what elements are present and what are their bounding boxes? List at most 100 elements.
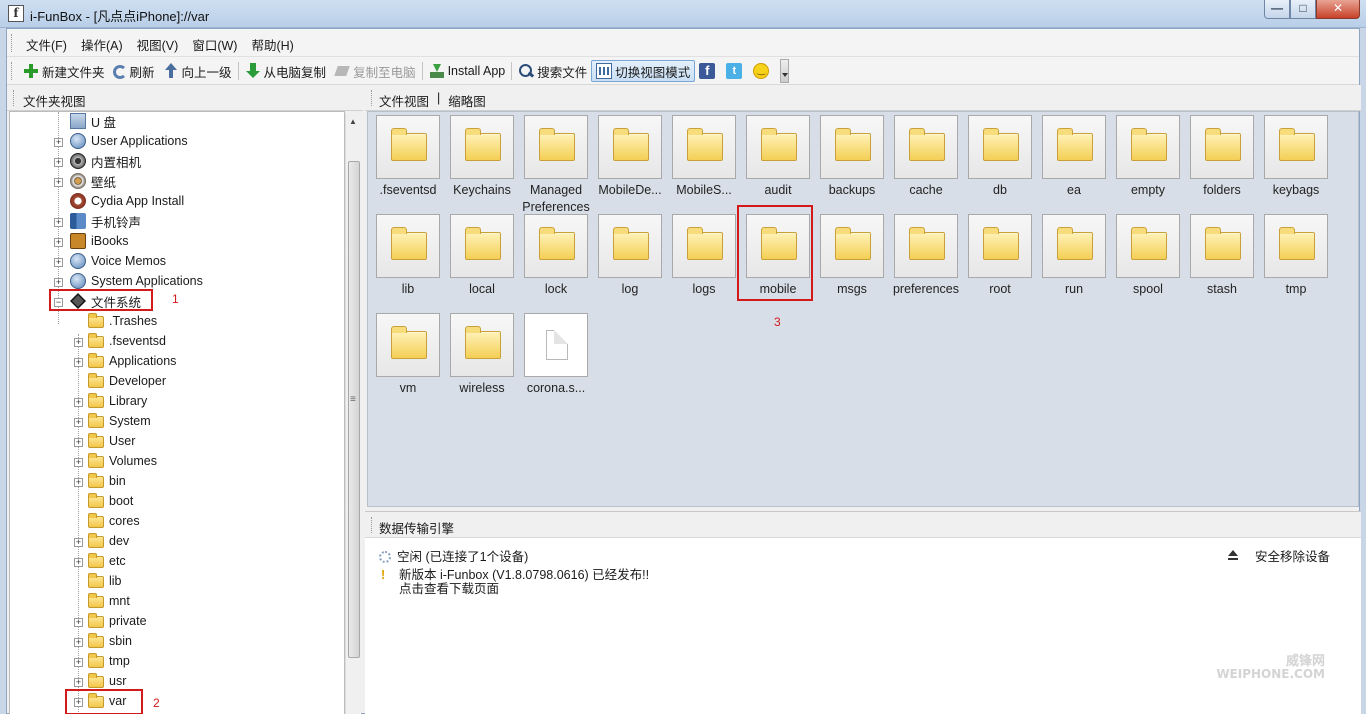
folder-item[interactable]: lock [519, 214, 593, 298]
expand-toggle[interactable]: + [54, 158, 63, 167]
up-level-button[interactable]: 向上一级 [159, 60, 236, 82]
facebook-button[interactable]: f [695, 60, 722, 82]
tree-item-folder[interactable]: usr [88, 671, 126, 691]
tree-item-folder[interactable]: etc [88, 551, 126, 571]
tree-scrollbar[interactable]: ▲ [345, 113, 361, 714]
tree-item-folder[interactable]: bin [88, 471, 126, 491]
folder-item[interactable]: local [445, 214, 519, 298]
folder-item[interactable]: wireless [445, 313, 519, 397]
folder-item[interactable]: root [963, 214, 1037, 298]
tree-item-folder[interactable]: cores [88, 511, 140, 531]
folder-item[interactable]: folders [1185, 115, 1259, 199]
close-button[interactable]: ✕ [1316, 0, 1360, 19]
tree-item-u-disk[interactable]: U 盘 [70, 112, 116, 131]
refresh-button[interactable]: 刷新 [109, 60, 159, 82]
tree-item-system-applications[interactable]: System Applications [70, 271, 203, 291]
tree-item-folder[interactable]: mnt [88, 591, 130, 611]
scrollbar-thumb[interactable] [348, 161, 360, 658]
download-page-link[interactable]: 点击查看下载页面 [399, 578, 499, 597]
panel-grip[interactable] [371, 90, 373, 106]
tree-item-wallpaper[interactable]: 壁纸 [70, 171, 116, 191]
tree-item-folder[interactable]: .fseventsd [88, 331, 166, 351]
expand-toggle[interactable]: + [54, 238, 63, 247]
tree-item-folder[interactable]: .Trashes [88, 311, 157, 331]
expand-toggle[interactable]: + [74, 458, 83, 467]
expand-toggle[interactable]: + [54, 218, 63, 227]
new-folder-button[interactable]: 新建文件夹 [19, 60, 109, 82]
expand-toggle[interactable]: + [74, 638, 83, 647]
expand-toggle[interactable]: + [54, 258, 63, 267]
tree-item-folder[interactable]: User [88, 431, 135, 451]
tab-thumbnails[interactable]: 缩略图 [448, 91, 486, 110]
folder-item[interactable]: lib [371, 214, 445, 298]
folder-item[interactable]: cache [889, 115, 963, 199]
folder-item[interactable]: db [963, 115, 1037, 199]
expand-toggle[interactable]: + [74, 558, 83, 567]
folder-item[interactable]: keybags [1259, 115, 1333, 199]
collapse-toggle[interactable]: − [54, 298, 63, 307]
folder-item[interactable]: audit [741, 115, 815, 199]
tree-item-folder[interactable]: Applications [88, 351, 176, 371]
folder-item[interactable]: Keychains [445, 115, 519, 199]
copy-to-pc-button[interactable]: 复制至电脑 [330, 60, 420, 82]
expand-toggle[interactable]: + [54, 138, 63, 147]
folder-item[interactable]: run [1037, 214, 1111, 298]
tree-item-cydia[interactable]: Cydia App Install [70, 191, 184, 211]
maximize-button[interactable]: □ [1290, 0, 1316, 19]
feedback-button[interactable]: ‿ [749, 60, 776, 82]
expand-toggle[interactable]: + [74, 618, 83, 627]
folder-item[interactable]: vm [371, 313, 445, 397]
tree-item-folder[interactable]: sbin [88, 631, 132, 651]
expand-toggle[interactable]: + [74, 698, 83, 707]
expand-toggle[interactable]: + [74, 398, 83, 407]
toolbar-grip[interactable] [11, 62, 13, 80]
tree-item-user-applications[interactable]: User Applications [70, 131, 188, 151]
folder-item[interactable]: tmp [1259, 214, 1333, 298]
twitter-button[interactable]: t [722, 60, 749, 82]
expand-toggle[interactable]: + [74, 658, 83, 667]
tree-item-folder[interactable]: Developer [88, 371, 166, 391]
tree-item-var[interactable]: var [88, 691, 126, 711]
expand-toggle[interactable]: + [74, 418, 83, 427]
expand-toggle[interactable]: + [74, 538, 83, 547]
menu-window[interactable]: 窗口(W) [185, 35, 244, 54]
folder-item[interactable]: stash [1185, 214, 1259, 298]
folder-item[interactable]: log [593, 214, 667, 298]
scroll-up-icon[interactable]: ▲ [349, 117, 357, 126]
expand-toggle[interactable]: + [74, 678, 83, 687]
expand-toggle[interactable]: + [54, 178, 63, 187]
tree-item-folder[interactable]: private [88, 611, 147, 631]
file-item[interactable]: corona.s... [519, 313, 593, 397]
toolbar-overflow-button[interactable] [780, 59, 790, 83]
folder-item[interactable]: Managed Preferences [519, 115, 593, 216]
install-app-button[interactable]: Install App [425, 60, 510, 82]
expand-toggle[interactable]: + [54, 278, 63, 287]
tree-item-voice-memos[interactable]: Voice Memos [70, 251, 166, 271]
folder-item-mobile[interactable]: mobile [741, 214, 815, 298]
expand-toggle[interactable]: + [74, 478, 83, 487]
tree-item-folder[interactable]: Library [88, 391, 147, 411]
tree-item-filesystem[interactable]: 文件系统 [70, 291, 141, 311]
tree-item-folder[interactable]: lib [88, 571, 122, 591]
expand-toggle[interactable]: + [74, 358, 83, 367]
switch-view-button[interactable]: 切换视图模式 [591, 60, 696, 82]
folder-item[interactable]: spool [1111, 214, 1185, 298]
expand-toggle[interactable]: + [74, 338, 83, 347]
safe-remove-button[interactable]: 安全移除设备 [1227, 546, 1330, 565]
minimize-button[interactable]: — [1264, 0, 1290, 19]
tree-item-folder[interactable]: boot [88, 491, 133, 511]
menu-view[interactable]: 视图(V) [130, 35, 186, 54]
tab-file-view[interactable]: 文件视图 [379, 91, 429, 110]
folder-item[interactable]: backups [815, 115, 889, 199]
tree-item-folder[interactable]: dev [88, 531, 129, 551]
menu-file[interactable]: 文件(F) [19, 35, 74, 54]
menu-help[interactable]: 帮助(H) [244, 35, 300, 54]
folder-item[interactable]: preferences [889, 214, 963, 298]
tree-item-ibooks[interactable]: iBooks [70, 231, 129, 251]
menu-actions[interactable]: 操作(A) [74, 35, 130, 54]
tree-item-folder[interactable]: System [88, 411, 151, 431]
folder-item[interactable]: MobileS... [667, 115, 741, 199]
search-files-button[interactable]: 搜索文件 [514, 60, 591, 82]
tree-item-folder[interactable]: tmp [88, 651, 130, 671]
expand-toggle[interactable]: + [74, 438, 83, 447]
